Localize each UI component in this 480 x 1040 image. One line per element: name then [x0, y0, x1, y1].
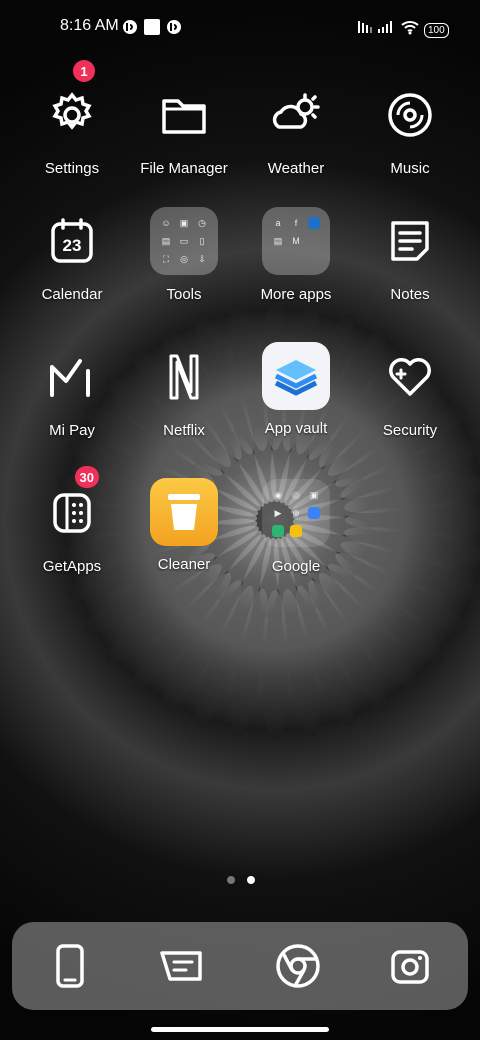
tools-folder-icon: ☺ ▣ ◷ ▤ ▭ ▯ ⛶ ◎ ⇩	[149, 206, 219, 276]
app-weather[interactable]: Weather	[236, 80, 356, 177]
mini-app-icon: ⛶	[162, 253, 170, 264]
mini-app-icon	[288, 523, 304, 539]
mini-app-icon: ◎	[180, 253, 188, 264]
mini-app-icon: M	[292, 236, 300, 246]
messages-icon[interactable]	[155, 940, 207, 992]
app-label: More apps	[260, 286, 332, 303]
notification-badge: 1	[73, 60, 95, 82]
gear-icon: 1	[37, 60, 107, 150]
app-label: GetApps	[42, 558, 102, 575]
mini-app-icon: ◷	[198, 217, 206, 228]
page-dot[interactable]	[227, 876, 235, 884]
mini-app-icon: ◉	[274, 489, 282, 500]
page-indicator[interactable]	[227, 876, 255, 884]
dock	[12, 922, 468, 1010]
weather-icon	[261, 80, 331, 150]
app-app-vault[interactable]: App vault	[236, 342, 356, 437]
notes-icon	[375, 206, 445, 276]
app-getapps[interactable]: 30 GetApps	[12, 466, 132, 575]
app-label: Notes	[390, 286, 430, 303]
calendar-icon: 23	[37, 206, 107, 276]
mini-app-icon: ▯	[199, 235, 205, 246]
app-label: Netflix	[163, 422, 205, 439]
home-indicator[interactable]	[151, 1027, 329, 1032]
app-vault-icon	[262, 342, 330, 410]
square-notification-icon	[144, 19, 160, 40]
battery-icon: 100	[424, 20, 449, 38]
mini-app-icon	[306, 523, 322, 539]
wifi-icon	[401, 19, 419, 40]
mini-app-icon: ⇩	[198, 253, 206, 264]
app-label: File Manager	[140, 160, 228, 177]
security-icon	[375, 342, 445, 412]
mini-app-icon: ▣	[179, 217, 189, 228]
app-label: Mi Pay	[49, 422, 95, 439]
notification-icon	[122, 19, 138, 40]
status-time: 8:16 AM	[60, 17, 119, 34]
mini-app-icon	[288, 251, 304, 267]
mini-app-icon: f	[294, 218, 298, 228]
mini-app-icon	[270, 523, 286, 539]
mini-app-icon	[270, 251, 286, 267]
app-file-manager[interactable]: File Manager	[124, 80, 244, 177]
mini-app-icon: ☺	[161, 218, 171, 228]
getapps-icon: 30	[37, 466, 107, 548]
app-calendar[interactable]: 23 Calendar	[12, 206, 132, 303]
folder-tools[interactable]: ☺ ▣ ◷ ▤ ▭ ▯ ⛶ ◎ ⇩ Tools	[124, 206, 244, 303]
mini-app-icon	[306, 233, 322, 249]
page-dot-active[interactable]	[247, 876, 255, 884]
calendar-date: 23	[62, 236, 82, 255]
app-label: Music	[390, 160, 430, 177]
app-label: Tools	[166, 286, 202, 303]
app-label: Weather	[267, 160, 325, 177]
app-mi-pay[interactable]: Mi Pay	[12, 342, 132, 439]
signal-icon	[358, 19, 374, 40]
signal-icon	[378, 19, 394, 40]
mini-app-icon	[306, 251, 322, 267]
mini-app-icon: ▶	[274, 507, 282, 518]
app-label: Calendar	[41, 286, 103, 303]
mini-app-icon: ◎	[292, 489, 300, 500]
mini-app-icon: ⊕	[292, 507, 300, 518]
phone-icon[interactable]	[44, 940, 96, 992]
music-disc-icon	[375, 80, 445, 150]
app-notes[interactable]: Notes	[350, 206, 470, 303]
app-security[interactable]: Security	[350, 342, 470, 439]
status-bar: 8:16 AM 100	[0, 0, 480, 56]
mini-app-icon: ▤	[161, 235, 171, 246]
notification-icon	[166, 19, 182, 40]
app-label: App vault	[264, 420, 328, 437]
google-folder-icon: ◉ ◎ ▣ ▶ ⊕	[261, 478, 331, 548]
app-label: Cleaner	[157, 556, 211, 573]
folder-icon	[149, 80, 219, 150]
mini-app-icon: ▭	[179, 235, 189, 246]
chrome-icon[interactable]	[272, 940, 324, 992]
app-netflix[interactable]: Netflix	[124, 342, 244, 439]
mini-app-icon	[306, 505, 322, 521]
mi-pay-icon	[37, 342, 107, 412]
mini-app-icon: ▤	[273, 235, 283, 246]
mini-app-icon	[306, 215, 322, 231]
notification-badge: 30	[74, 466, 99, 488]
app-label: Security	[382, 422, 438, 439]
app-music[interactable]: Music	[350, 80, 470, 177]
folder-google[interactable]: ◉ ◎ ▣ ▶ ⊕ Google	[236, 478, 356, 575]
camera-icon[interactable]	[384, 940, 436, 992]
app-label: Settings	[44, 160, 100, 177]
app-label: Google	[271, 558, 321, 575]
app-settings[interactable]: 1 Settings	[12, 60, 132, 177]
folder-more-apps[interactable]: a f ▤ M More apps	[236, 206, 356, 303]
cleaner-icon	[150, 478, 218, 546]
mini-app-icon: a	[275, 218, 281, 228]
more-apps-folder-icon: a f ▤ M	[261, 206, 331, 276]
netflix-icon	[149, 342, 219, 412]
mini-app-icon: ▣	[309, 489, 319, 500]
app-cleaner[interactable]: Cleaner	[124, 478, 244, 573]
